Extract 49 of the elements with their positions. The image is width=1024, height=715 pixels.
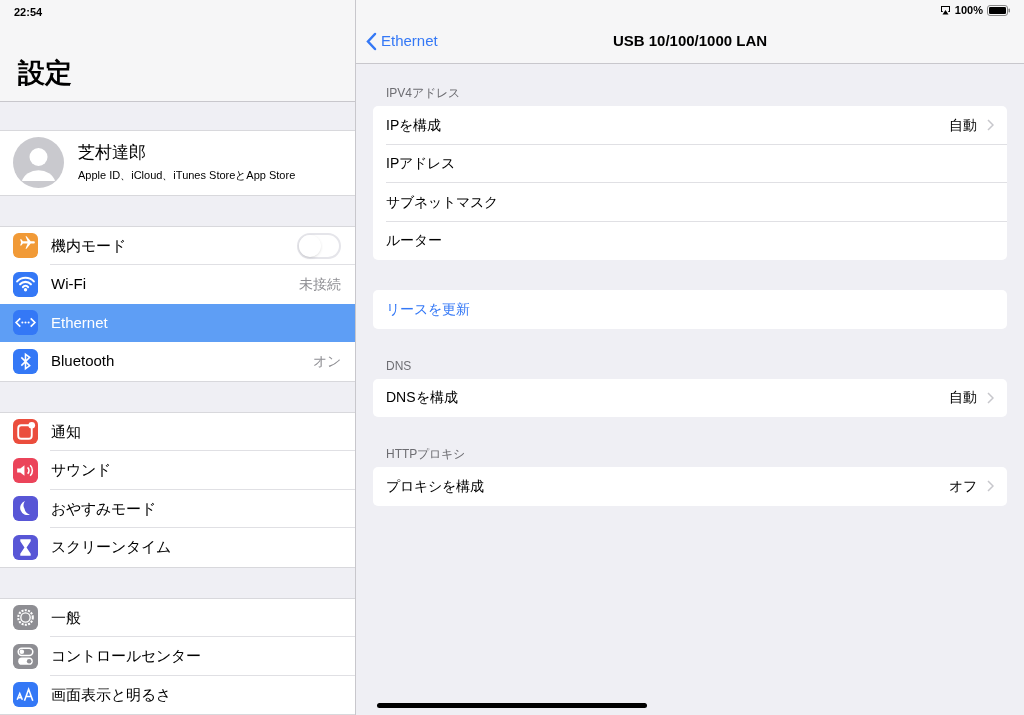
row-value: オフ [949, 476, 977, 496]
row-label: DNSを構成 [386, 388, 459, 408]
item-label: おやすみモード [51, 498, 157, 519]
avatar-icon [13, 137, 64, 189]
back-chevron-icon [366, 31, 377, 51]
back-button[interactable]: Ethernet [366, 30, 438, 53]
settings-row[interactable]: DNSを構成 自動 [373, 378, 1007, 417]
battery-percent: 100% [954, 2, 983, 18]
profile-row[interactable]: 芝村達郎 Apple ID、iCloud、iTunes StoreとApp Store [0, 130, 355, 196]
chevron-icon [987, 391, 994, 404]
chevron-icon [987, 480, 994, 493]
item-label: 一般 [51, 607, 82, 628]
profile-name: 芝村達郎 [78, 142, 147, 164]
section-header: DNS [385, 358, 412, 373]
settings-row[interactable]: ルーター [373, 221, 1007, 260]
settings-row[interactable]: IPを構成 自動 [373, 106, 1007, 145]
settings-row[interactable]: プロキシを構成 オフ [373, 467, 1007, 506]
item-label: Bluetooth [51, 351, 116, 371]
item-label: コントロールセンター [51, 646, 202, 666]
item-value: オン [313, 351, 341, 371]
item-label: サウンド [51, 460, 112, 480]
item-label: スクリーンタイム [51, 537, 172, 557]
item-label: Ethernet [51, 312, 109, 333]
chevron-icon [987, 119, 994, 132]
row-value: 自動 [949, 115, 977, 135]
item-label: Wi-Fi [51, 274, 87, 294]
row-label: ルーター [386, 231, 443, 251]
status-time: 22:54 [14, 6, 43, 18]
row-value: 自動 [949, 388, 977, 408]
nav-title: USB 10/100/1000 LAN [612, 31, 768, 52]
battery-icon [987, 4, 1010, 16]
row-label: プロキシを構成 [386, 476, 485, 496]
action-label: リースを更新 [386, 299, 471, 319]
sidebar-title: 設定 [18, 56, 72, 90]
settings-row[interactable]: IPアドレス [373, 144, 1007, 183]
row-label: IPを構成 [386, 115, 443, 135]
settings-row[interactable]: サブネットマスク [373, 183, 1007, 222]
item-label: 通知 [51, 421, 82, 442]
item-label: 機内モード [51, 235, 127, 256]
row-label: サブネットマスク [386, 192, 499, 212]
row-label: IPアドレス [386, 154, 457, 174]
action-row[interactable]: リースを更新 [373, 290, 1007, 329]
section-header: HTTPプロキシ [385, 447, 466, 461]
item-value: 未接続 [299, 274, 341, 294]
section-header: IPV4アドレス [385, 86, 460, 100]
airplay-icon [939, 5, 951, 15]
item-label: 画面表示と明るさ [51, 684, 172, 705]
toggle-switch[interactable] [297, 232, 341, 259]
profile-subtitle: Apple ID、iCloud、iTunes StoreとApp Store [78, 168, 296, 184]
